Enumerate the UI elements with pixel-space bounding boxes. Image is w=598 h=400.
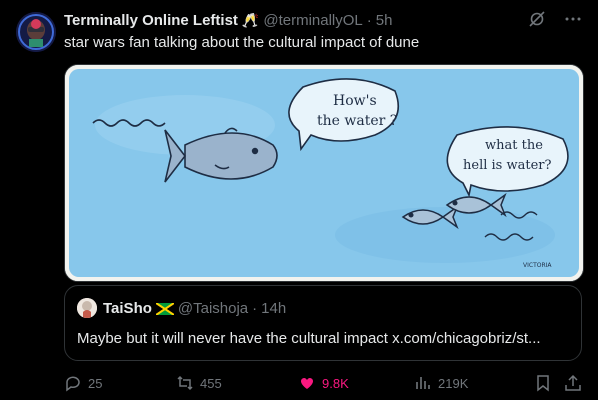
reply-button[interactable]: 25 (64, 374, 102, 392)
quoted-author-name[interactable]: TaiSho (103, 300, 152, 317)
post-image[interactable]: How's the water ? what the hell is water… (64, 64, 584, 282)
jamaica-flag-icon (155, 302, 175, 316)
quoted-post-text: Maybe but it will never have the cultura… (77, 330, 541, 347)
repost-button[interactable]: 455 (176, 374, 222, 392)
quoted-author-avatar[interactable] (77, 298, 97, 318)
share-button[interactable] (564, 374, 582, 392)
quoted-post-header: TaiSho @Taishoja · 14h (77, 298, 286, 318)
fish-cartoon-illustration: How's the water ? what the hell is water… (65, 65, 583, 281)
more-icon[interactable] (564, 10, 582, 33)
separator-dot: · (366, 11, 372, 29)
bubble-1-line-1: How's (333, 93, 377, 109)
quoted-author-handle[interactable]: @Taishoja (178, 300, 248, 317)
post-timestamp[interactable]: 5h (376, 12, 393, 29)
bubble-2-line-1: what the (485, 138, 543, 153)
action-bar: 25 455 9.8K 219K (64, 372, 582, 396)
artist-signature: VICTORIA (523, 262, 552, 269)
views-count: 219K (438, 375, 469, 391)
author-name[interactable]: Terminally Online Leftist (64, 12, 238, 29)
avatar-image (16, 12, 56, 52)
grok-icon[interactable] (528, 10, 546, 33)
author-handle[interactable]: @terminallyOL (263, 12, 362, 29)
author-avatar[interactable] (16, 12, 56, 52)
heart-icon (298, 374, 316, 392)
bookmark-button[interactable] (534, 374, 552, 392)
header-actions (528, 10, 582, 33)
reply-icon (64, 374, 82, 392)
bubble-1-line-2: the water ? (317, 113, 397, 129)
repost-icon (176, 374, 194, 392)
tweet[interactable]: Terminally Online Leftist 🥂 @terminallyO… (0, 0, 598, 400)
like-count: 9.8K (322, 375, 349, 391)
reply-count: 25 (88, 375, 103, 391)
repost-count: 455 (200, 375, 222, 391)
post-header: Terminally Online Leftist 🥂 @terminallyO… (64, 10, 578, 30)
cheers-emoji-icon: 🥂 (241, 11, 260, 28)
views-icon (414, 374, 432, 392)
bookmark-icon (534, 374, 552, 392)
quoted-post[interactable]: TaiSho @Taishoja · 14h Maybe but it will… (64, 285, 582, 361)
views-button[interactable]: 219K (414, 374, 468, 392)
bubble-2-line-2: hell is water? (463, 158, 551, 173)
share-icon (564, 374, 582, 392)
quoted-post-timestamp[interactable]: 14h (261, 300, 286, 317)
quoted-separator-dot: · (252, 299, 258, 317)
post-text: star wars fan talking about the cultural… (64, 34, 420, 51)
like-button[interactable]: 9.8K (298, 374, 349, 392)
